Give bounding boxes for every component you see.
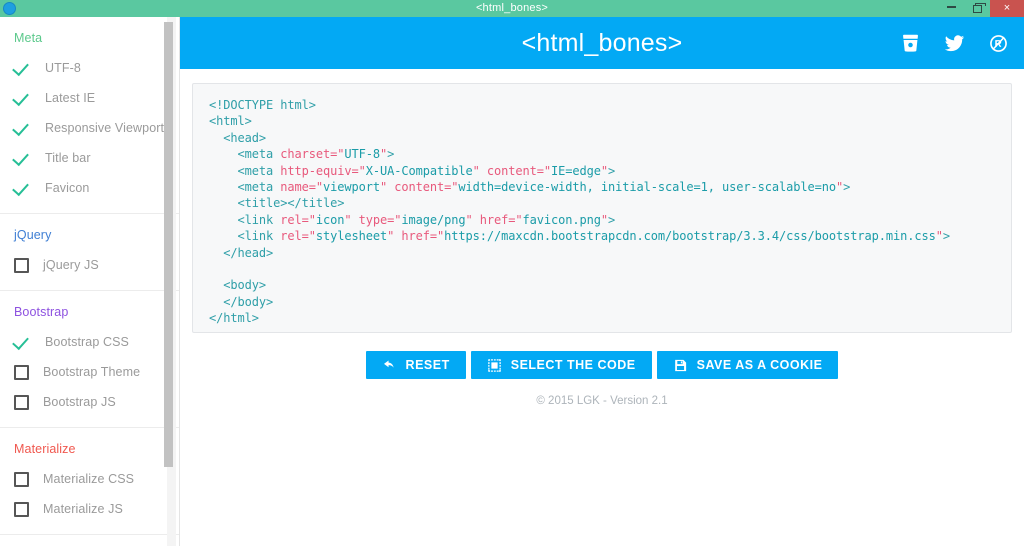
sidebar-group-title: jQuery [14, 228, 52, 242]
undo-icon [383, 360, 394, 368]
twitter-icon[interactable] [942, 31, 966, 55]
sidebar-item-bootstrap-css[interactable]: Bootstrap CSS [0, 327, 179, 357]
sidebar-item-label: jQuery JS [43, 258, 99, 272]
sidebar-item-title-bar[interactable]: Title bar [0, 143, 179, 173]
sidebar-group-title: Materialize [14, 442, 76, 456]
footer-credit: © 2015 LGK - Version 2.1 [536, 395, 668, 407]
sidebar-item-label: Title bar [45, 151, 91, 165]
sidebar-scrollbar-thumb[interactable] [164, 22, 173, 467]
checkbox-icon[interactable] [14, 364, 29, 380]
check-icon[interactable] [14, 334, 31, 351]
sidebar-item-label: UTF-8 [45, 61, 81, 75]
sidebar-item-materialize-js[interactable]: Materialize JS [0, 494, 179, 524]
sidebar-item-label: Responsive Viewport [45, 121, 165, 135]
checkbox-icon[interactable] [14, 257, 29, 273]
sidebar-item-utf-8[interactable]: UTF-8 [0, 53, 179, 83]
minimize-button[interactable] [938, 0, 964, 17]
check-icon[interactable] [14, 180, 31, 197]
window-controls: × [938, 0, 1024, 17]
sidebar-item-label: Favicon [45, 181, 90, 195]
sidebar-item-label: Bootstrap JS [43, 395, 116, 409]
sidebar-group-title: Meta [14, 31, 43, 45]
sidebar-item-label: Materialize CSS [43, 472, 135, 486]
select-all-icon [487, 358, 501, 372]
header-links [898, 17, 1010, 69]
check-icon[interactable] [14, 150, 31, 167]
select-code-button-label: SELECT THE CODE [510, 358, 636, 372]
select-code-button[interactable]: SELECT THE CODE [470, 351, 652, 379]
sidebar-group: IconsetsFont Awesome [0, 535, 179, 546]
close-button[interactable]: × [990, 0, 1024, 17]
window-title: <html_bones> [475, 2, 549, 14]
sidebar-groups: Meta UTF-8 Latest IE Responsive Viewport Tit… [0, 17, 179, 546]
generated-html-code[interactable]: <!DOCTYPE html> <html> <head> <meta char… [193, 84, 1011, 332]
app-header: <html_bones> [180, 17, 1024, 69]
save-cookie-button[interactable]: SAVE AS A COOKIE [656, 351, 839, 379]
sidebar-scrollbar-track[interactable] [164, 17, 176, 546]
sidebar-group: Materialize Materialize CSS Materialize JS [0, 428, 179, 535]
sidebar-group: Bootstrap Bootstrap CSS Bootstrap Theme Boo… [0, 291, 179, 428]
sidebar-item-label: Materialize JS [43, 502, 123, 516]
checkbox-icon[interactable] [14, 501, 29, 517]
check-icon[interactable] [14, 90, 31, 107]
checkbox-icon[interactable] [14, 394, 29, 410]
sidebar: Meta UTF-8 Latest IE Responsive Viewport Tit… [0, 17, 180, 546]
check-icon[interactable] [14, 120, 31, 137]
sidebar-group: Meta UTF-8 Latest IE Responsive Viewport Tit… [0, 17, 179, 214]
check-icon[interactable] [14, 60, 31, 77]
code-panel[interactable]: <!DOCTYPE html> <html> <head> <meta char… [192, 83, 1012, 333]
reset-button[interactable]: RESET [365, 351, 466, 379]
sidebar-item-label: Bootstrap Theme [43, 365, 141, 379]
sidebar-item-label: Bootstrap CSS [45, 335, 129, 349]
restore-icon [972, 2, 986, 13]
restore-button[interactable] [964, 0, 990, 17]
save-cookie-button-label: SAVE AS A COOKIE [696, 358, 823, 372]
sidebar-item-materialize-css[interactable]: Materialize CSS [0, 464, 179, 494]
sidebar-item-bootstrap-js[interactable]: Bootstrap JS [0, 387, 179, 417]
checkbox-icon[interactable] [14, 471, 29, 487]
reset-button-label: RESET [405, 358, 450, 372]
sidebar-item-latest-ie[interactable]: Latest IE [0, 83, 179, 113]
sidebar-group-title: Bootstrap [14, 305, 69, 319]
sidebar-item-responsive-viewport[interactable]: Responsive Viewport [0, 113, 179, 143]
action-button-row: RESET SELECT THE CODE SAVE AS A COOKIE [180, 351, 1024, 379]
gratipay-icon[interactable] [986, 31, 1010, 55]
sidebar-item-favicon[interactable]: Favicon [0, 173, 179, 203]
sidebar-item-jquery-js[interactable]: jQuery JS [0, 250, 179, 280]
bitbucket-icon[interactable] [898, 31, 922, 55]
sidebar-item-bootstrap-theme[interactable]: Bootstrap Theme [0, 357, 179, 387]
main-content: <html_bones> <!DOCTYPE html> <html> <hea… [180, 17, 1024, 546]
window-titlebar: <html_bones> × [0, 0, 1024, 17]
sidebar-group: jQuery jQuery JS [0, 214, 179, 291]
sidebar-item-label: Latest IE [45, 91, 96, 105]
save-icon [674, 359, 686, 371]
